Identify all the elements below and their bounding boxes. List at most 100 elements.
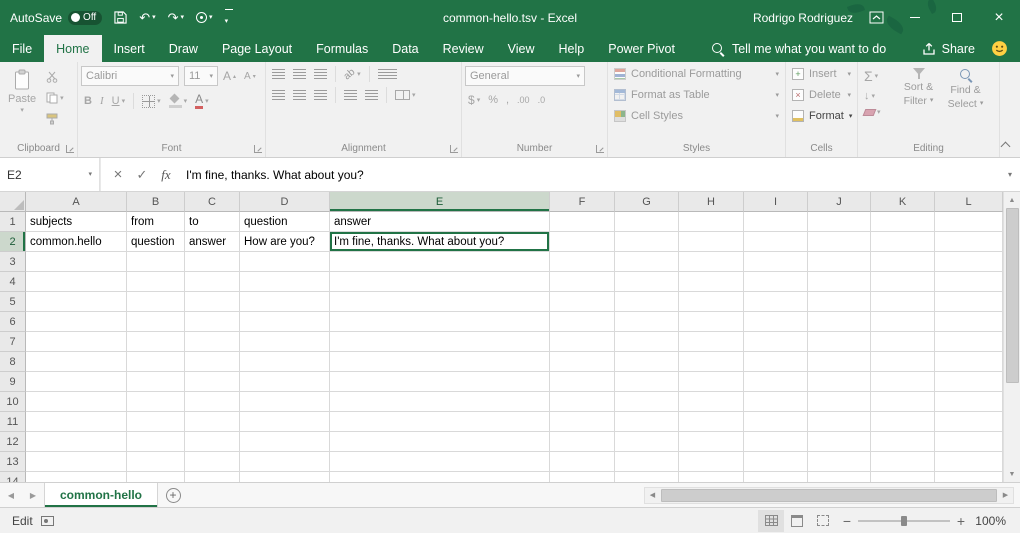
cell-I2[interactable] (744, 232, 808, 252)
cell-I14[interactable] (744, 472, 808, 482)
cell-L6[interactable] (935, 312, 1003, 332)
column-header-H[interactable]: H (679, 192, 744, 212)
cell-L9[interactable] (935, 372, 1003, 392)
name-box[interactable]: E2 (0, 158, 100, 191)
row-header-3[interactable]: 3 (0, 252, 26, 272)
cell-F1[interactable] (550, 212, 615, 232)
maximize-button[interactable] (936, 0, 978, 35)
cell-D8[interactable] (240, 352, 330, 372)
cell-E3[interactable] (330, 252, 550, 272)
cell-B14[interactable] (127, 472, 185, 482)
cell-J6[interactable] (808, 312, 871, 332)
find-select-button[interactable]: Find & Select (942, 66, 989, 140)
top-align-button[interactable] (269, 67, 288, 82)
cell-B10[interactable] (127, 392, 185, 412)
cell-H4[interactable] (679, 272, 744, 292)
column-header-L[interactable]: L (935, 192, 1003, 212)
cell-B5[interactable] (127, 292, 185, 312)
column-header-A[interactable]: A (26, 192, 127, 212)
font-name-select[interactable]: Calibri (81, 66, 179, 86)
cell-K8[interactable] (871, 352, 935, 372)
fill-button[interactable] (861, 88, 895, 104)
customize-quick-access-button[interactable] (225, 9, 233, 26)
cell-F12[interactable] (550, 432, 615, 452)
scroll-left-arrow[interactable] (645, 488, 660, 502)
sheet-nav-right-button[interactable]: ▶ (22, 483, 44, 507)
font-dialog-launcher[interactable] (254, 145, 262, 153)
cell-I8[interactable] (744, 352, 808, 372)
cell-K6[interactable] (871, 312, 935, 332)
cell-B9[interactable] (127, 372, 185, 392)
copy-button[interactable] (43, 90, 67, 106)
percent-style-button[interactable]: % (485, 92, 501, 108)
borders-button[interactable] (139, 93, 164, 110)
cell-H2[interactable] (679, 232, 744, 252)
tab-formulas[interactable]: Formulas (304, 35, 380, 62)
row-header-12[interactable]: 12 (0, 432, 26, 452)
cell-L8[interactable] (935, 352, 1003, 372)
normal-view-button[interactable] (758, 510, 784, 532)
share-button[interactable]: Share (912, 35, 985, 62)
scroll-right-arrow[interactable] (998, 488, 1013, 502)
cell-G8[interactable] (615, 352, 679, 372)
decrease-decimal-button[interactable]: .0 (535, 93, 549, 107)
row-header-7[interactable]: 7 (0, 332, 26, 352)
cell-H7[interactable] (679, 332, 744, 352)
column-header-J[interactable]: J (808, 192, 871, 212)
cell-F6[interactable] (550, 312, 615, 332)
cell-K11[interactable] (871, 412, 935, 432)
cell-L10[interactable] (935, 392, 1003, 412)
merge-center-dropdown-arrow[interactable] (412, 92, 416, 99)
cell-E9[interactable] (330, 372, 550, 392)
cell-C13[interactable] (185, 452, 240, 472)
zoom-percentage[interactable]: 100% (972, 514, 1020, 528)
cell-F5[interactable] (550, 292, 615, 312)
cell-B1[interactable]: from (127, 212, 185, 232)
cell-F3[interactable] (550, 252, 615, 272)
cell-G6[interactable] (615, 312, 679, 332)
borders-dropdown-arrow[interactable] (157, 98, 161, 105)
cell-C9[interactable] (185, 372, 240, 392)
merge-center-button[interactable] (392, 88, 419, 102)
cell-B12[interactable] (127, 432, 185, 452)
cell-J14[interactable] (808, 472, 871, 482)
cell-E1[interactable]: answer (330, 212, 550, 232)
cell-G9[interactable] (615, 372, 679, 392)
row-header-5[interactable]: 5 (0, 292, 26, 312)
cell-K5[interactable] (871, 292, 935, 312)
column-header-F[interactable]: F (550, 192, 615, 212)
redo-button[interactable] (168, 10, 184, 26)
fill-arrow[interactable] (872, 93, 876, 100)
cell-A9[interactable] (26, 372, 127, 392)
tab-power-pivot[interactable]: Power Pivot (596, 35, 687, 62)
cell-A14[interactable] (26, 472, 127, 482)
cell-K10[interactable] (871, 392, 935, 412)
undo-button[interactable] (139, 10, 155, 26)
user-name[interactable]: Rodrigo Rodriguez (753, 11, 853, 25)
cell-A8[interactable] (26, 352, 127, 372)
minimize-button[interactable] (894, 0, 936, 35)
row-header-2[interactable]: 2 (0, 232, 26, 252)
cell-H13[interactable] (679, 452, 744, 472)
cell-B6[interactable] (127, 312, 185, 332)
cell-F7[interactable] (550, 332, 615, 352)
cell-L14[interactable] (935, 472, 1003, 482)
cell-L5[interactable] (935, 292, 1003, 312)
cell-H5[interactable] (679, 292, 744, 312)
italic-button[interactable]: I (97, 93, 107, 109)
center-button[interactable] (290, 88, 309, 103)
cell-K14[interactable] (871, 472, 935, 482)
cell-G13[interactable] (615, 452, 679, 472)
accounting-format-button[interactable]: $ (465, 91, 483, 109)
horizontal-scrollbar[interactable] (644, 487, 1014, 504)
collapse-ribbon-button[interactable] (1001, 140, 1011, 150)
cell-G7[interactable] (615, 332, 679, 352)
cell-B2[interactable]: question (127, 232, 185, 252)
cell-F10[interactable] (550, 392, 615, 412)
cell-J7[interactable] (808, 332, 871, 352)
scroll-down-arrow[interactable] (1005, 467, 1020, 481)
column-header-C[interactable]: C (185, 192, 240, 212)
cell-E13[interactable] (330, 452, 550, 472)
tab-draw[interactable]: Draw (157, 35, 210, 62)
orientation-dropdown-arrow[interactable] (357, 71, 361, 78)
